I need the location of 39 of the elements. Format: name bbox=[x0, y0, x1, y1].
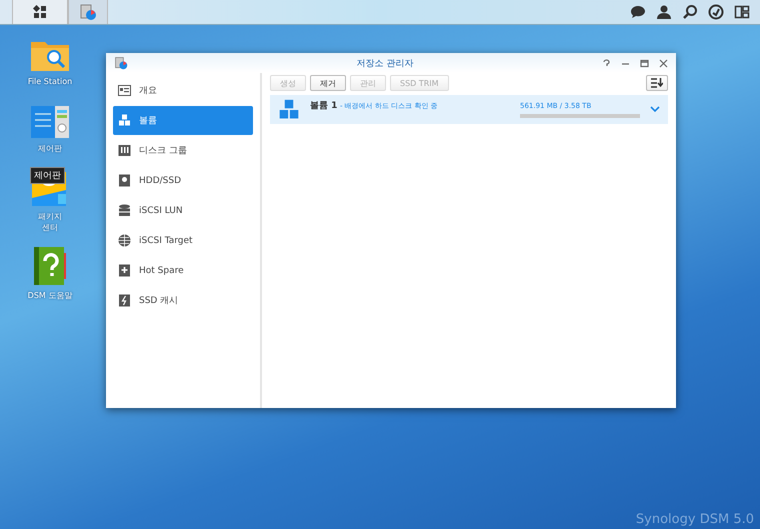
user-icon[interactable] bbox=[656, 4, 672, 20]
help-book-icon[interactable] bbox=[34, 247, 66, 285]
sidebar-item[interactable]: 볼륨 bbox=[113, 106, 253, 135]
sidebar-item[interactable]: iSCSI LUN bbox=[113, 196, 253, 225]
sidebar-item[interactable]: 개요 bbox=[113, 76, 253, 105]
storage-app-button[interactable] bbox=[68, 0, 108, 24]
wallpaper-logo: Synology DSM 5.0 bbox=[636, 512, 754, 527]
cubes-icon bbox=[278, 98, 300, 120]
search-icon[interactable] bbox=[682, 4, 698, 20]
sidebar-item[interactable]: HDD/SSD bbox=[113, 166, 253, 195]
sidebar-item[interactable]: SSD 캐시 bbox=[113, 286, 253, 315]
window-title: 저장소 관리자 bbox=[356, 58, 414, 70]
disk-group-icon bbox=[118, 144, 131, 157]
storage-app-icon bbox=[79, 3, 97, 21]
sidebar-item[interactable]: Hot Spare bbox=[113, 256, 253, 285]
id-card-icon bbox=[118, 84, 131, 97]
chat-icon[interactable] bbox=[630, 4, 646, 20]
hard-drive-icon bbox=[118, 174, 131, 187]
globe-icon bbox=[118, 234, 131, 247]
maximize-icon[interactable] bbox=[640, 58, 649, 68]
control-panel-icon[interactable] bbox=[31, 106, 69, 138]
help-icon[interactable] bbox=[602, 58, 611, 68]
main-menu-button[interactable] bbox=[12, 0, 68, 24]
plus-icon bbox=[118, 264, 131, 277]
database-icon bbox=[118, 204, 131, 217]
sidebar-item[interactable]: 디스크 그룹 bbox=[113, 136, 253, 165]
sort-icon bbox=[651, 78, 663, 88]
storage-app-icon bbox=[114, 56, 128, 70]
sidebar-item[interactable]: iSCSI Target bbox=[113, 226, 253, 255]
volume-name: 볼륨 1 bbox=[310, 101, 338, 111]
sort-button[interactable] bbox=[646, 75, 668, 91]
widgets-icon[interactable] bbox=[734, 4, 750, 20]
toolbar-button[interactable]: 제거 bbox=[310, 75, 346, 91]
close-icon[interactable] bbox=[659, 58, 668, 68]
grid-icon bbox=[33, 5, 47, 19]
cubes-icon bbox=[118, 114, 131, 127]
tooltip: 제어판 bbox=[30, 167, 65, 184]
chevron-icon[interactable] bbox=[650, 106, 660, 113]
lightning-icon bbox=[118, 294, 131, 307]
